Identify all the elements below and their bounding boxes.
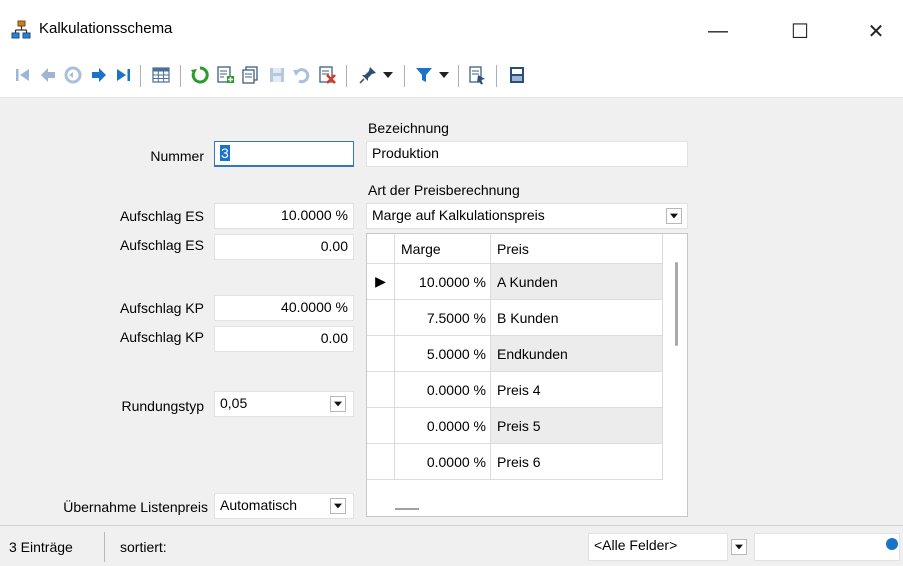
- aufschlag-kp-abs-field[interactable]: 0.00: [214, 326, 354, 352]
- grid-header-preis[interactable]: Preis: [491, 234, 663, 264]
- uebernahme-value: Automatisch: [220, 497, 298, 513]
- toolbar-separator: [346, 65, 347, 87]
- undo-icon[interactable]: [290, 64, 312, 86]
- uebernahme-dropdown-button[interactable]: [330, 498, 346, 514]
- refresh-icon[interactable]: [189, 64, 211, 86]
- pin-dropdown-icon[interactable]: [382, 68, 394, 82]
- table-row-preis[interactable]: Preis 4: [491, 372, 663, 408]
- rundungstyp-label: Rundungstyp: [121, 398, 204, 414]
- export-icon[interactable]: [466, 64, 488, 86]
- maximize-icon: ☐: [791, 20, 809, 43]
- aufschlag-kp-pct-field[interactable]: 40.0000 %: [214, 295, 354, 321]
- nummer-field[interactable]: 3: [214, 141, 354, 167]
- chevron-down-icon: [735, 544, 743, 550]
- rundungstyp-value: 0,05: [220, 395, 248, 411]
- row-indicator: [367, 336, 395, 372]
- save-icon[interactable]: [266, 64, 288, 86]
- table-row-preis[interactable]: B Kunden: [491, 300, 663, 336]
- aufschlag-kp-abs-label: Aufschlag KP: [119, 329, 204, 345]
- table-row-marge[interactable]: 5.0000 %: [395, 336, 491, 372]
- minimize-icon: —: [708, 19, 728, 42]
- chevron-down-icon: [334, 401, 342, 407]
- grid-header-marge[interactable]: Marge: [395, 234, 491, 264]
- row-indicator: [367, 444, 395, 480]
- previous-record-icon[interactable]: [37, 64, 59, 86]
- toolbar-separator: [404, 65, 405, 87]
- uebernahme-listenpreis-label: Übernahme Listenpreis: [63, 499, 208, 515]
- row-indicator: [367, 408, 395, 444]
- field-filter-select[interactable]: <Alle Felder>: [588, 533, 728, 561]
- bezeichnung-label: Bezeichnung: [368, 120, 449, 136]
- art-preisberechnung-select[interactable]: Marge auf Kalkulationspreis: [366, 203, 688, 229]
- new-record-icon[interactable]: [214, 64, 236, 86]
- record-count: 3 Einträge: [9, 539, 73, 555]
- table-row-marge[interactable]: 7.5000 %: [395, 300, 491, 336]
- art-preisberechnung-value: Marge auf Kalkulationspreis: [372, 207, 545, 223]
- minimize-button[interactable]: —: [698, 12, 738, 50]
- maximize-button[interactable]: ☐: [780, 12, 820, 50]
- toolbar-separator: [180, 65, 181, 87]
- status-separator: [104, 532, 105, 562]
- last-record-icon[interactable]: [112, 64, 134, 86]
- title-bar: Kalkulationsschema — ☐ ✕: [0, 0, 903, 56]
- search-icon[interactable]: [886, 538, 898, 550]
- close-icon: ✕: [867, 20, 885, 43]
- next-record-icon[interactable]: [88, 64, 110, 86]
- first-record-icon[interactable]: [12, 64, 34, 86]
- delete-icon[interactable]: [316, 64, 338, 86]
- row-indicator-icon: ▶: [367, 264, 395, 300]
- org-chart-icon: [11, 20, 31, 40]
- field-filter-dropdown-button[interactable]: [731, 539, 747, 555]
- aufschlag-es-pct-field[interactable]: 10.0000 %: [214, 203, 354, 229]
- table-row-preis[interactable]: Endkunden: [491, 336, 663, 372]
- row-indicator: [367, 300, 395, 336]
- table-row-marge[interactable]: 0.0000 %: [395, 408, 491, 444]
- table-row-marge[interactable]: 0.0000 %: [395, 444, 491, 480]
- row-indicator: [367, 372, 395, 408]
- chevron-down-icon: [334, 503, 342, 509]
- nummer-label: Nummer: [150, 148, 204, 164]
- filter-dropdown-icon[interactable]: [438, 68, 450, 82]
- table-row-preis[interactable]: A Kunden: [491, 264, 663, 300]
- price-grid[interactable]: Marge Preis ▶ 10.0000 % A Kunden 7.5000 …: [366, 233, 688, 517]
- nummer-value: 3: [220, 145, 230, 161]
- print-layout-icon[interactable]: [506, 64, 528, 86]
- rundungstyp-dropdown-button[interactable]: [330, 396, 346, 412]
- grid-header-indicator: [367, 234, 395, 264]
- aufschlag-es-abs-field[interactable]: 0.00: [214, 234, 354, 260]
- toolbar-separator: [496, 65, 497, 87]
- art-preisberechnung-label: Art der Preisberechnung: [368, 182, 520, 198]
- toolbar-separator: [458, 65, 459, 87]
- field-filter-value: <Alle Felder>: [594, 537, 678, 553]
- table-row-preis[interactable]: Preis 5: [491, 408, 663, 444]
- table-row-marge[interactable]: 0.0000 %: [395, 372, 491, 408]
- search-input[interactable]: [754, 533, 900, 561]
- toolbar-separator: [140, 65, 141, 87]
- toolbar: [0, 56, 903, 98]
- close-button[interactable]: ✕: [856, 12, 896, 50]
- sort-status: sortiert:: [120, 539, 167, 555]
- aufschlag-es-pct-label: Aufschlag ES: [119, 208, 204, 224]
- table-view-icon[interactable]: [150, 64, 172, 86]
- filter-icon[interactable]: [413, 64, 435, 86]
- grid-scrollbar[interactable]: [675, 262, 678, 346]
- art-dropdown-button[interactable]: [666, 208, 682, 224]
- grid-new-row-marker: [395, 508, 419, 510]
- aufschlag-kp-pct-label: Aufschlag KP: [119, 300, 204, 316]
- bezeichnung-field[interactable]: Produktion: [366, 141, 688, 167]
- status-bar: 3 Einträge sortiert: <Alle Felder>: [0, 525, 903, 566]
- table-row-preis[interactable]: Preis 6: [491, 444, 663, 480]
- copy-record-icon[interactable]: [239, 64, 261, 86]
- pin-icon[interactable]: [357, 64, 379, 86]
- table-row-marge[interactable]: 10.0000 %: [395, 264, 491, 300]
- refresh-disabled-icon[interactable]: [62, 64, 84, 86]
- aufschlag-es-abs-label: Aufschlag ES: [119, 237, 204, 253]
- window-title: Kalkulationsschema: [39, 20, 173, 37]
- chevron-down-icon: [670, 213, 678, 219]
